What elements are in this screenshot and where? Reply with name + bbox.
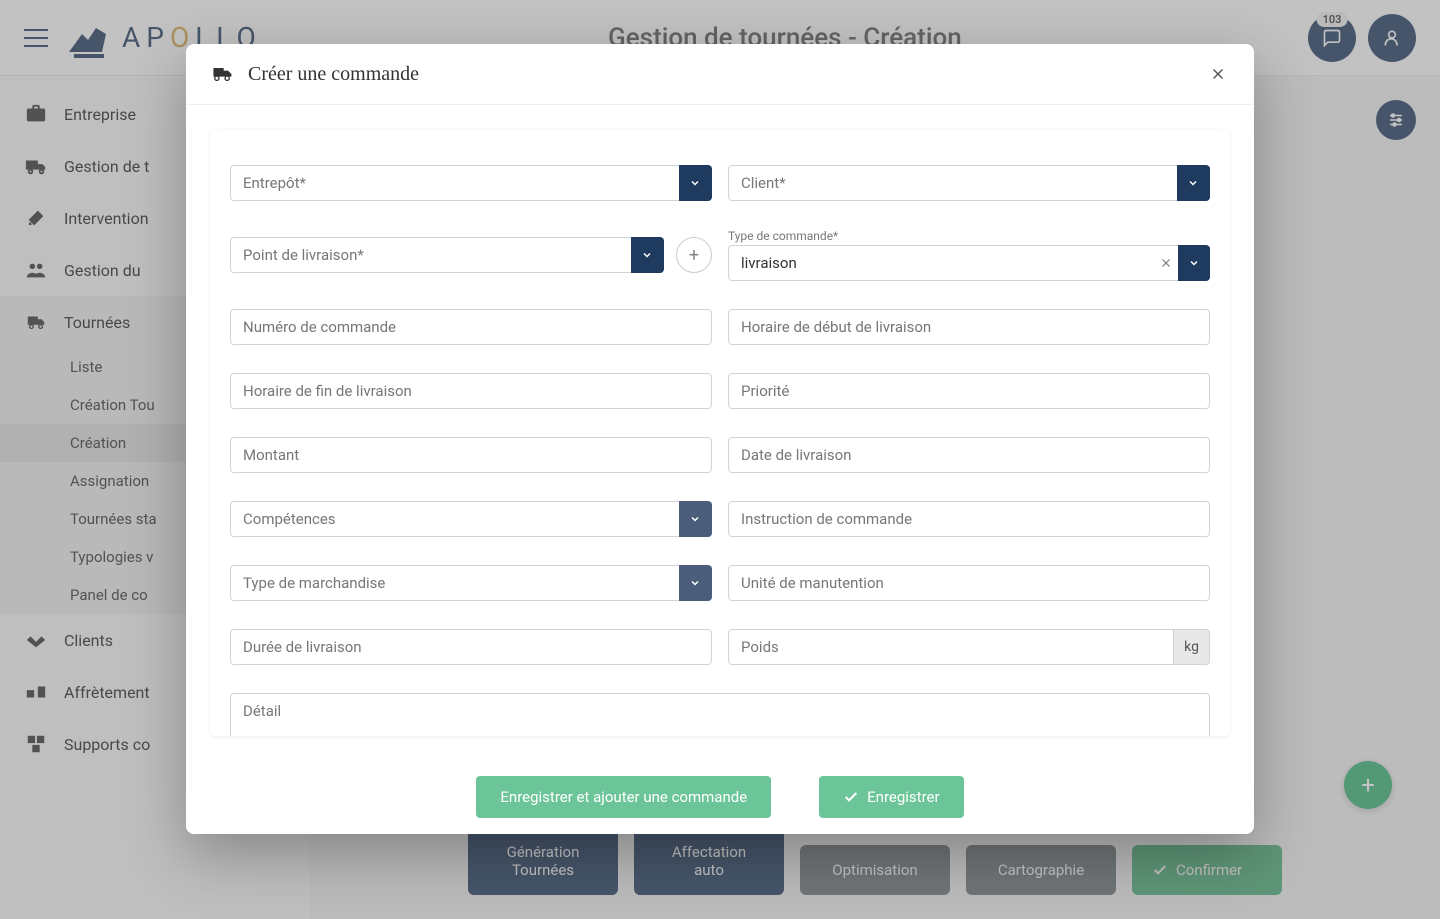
poids-unit: kg xyxy=(1173,629,1210,665)
entrepot-dropdown-toggle[interactable] xyxy=(679,165,712,201)
poids-input[interactable] xyxy=(728,629,1173,665)
client-input[interactable] xyxy=(728,165,1177,201)
save-button[interactable]: Enregistrer xyxy=(819,776,963,818)
instruction-field xyxy=(728,501,1210,537)
create-order-modal: Créer une commande xyxy=(186,44,1254,834)
type-marchandise-field xyxy=(230,565,712,601)
check-icon xyxy=(843,789,859,805)
client-field xyxy=(728,165,1210,201)
duree-input[interactable] xyxy=(230,629,712,665)
montant-input[interactable] xyxy=(230,437,712,473)
entrepot-input[interactable] xyxy=(230,165,679,201)
montant-field xyxy=(230,437,712,473)
date-livraison-field xyxy=(728,437,1210,473)
date-livraison-input[interactable] xyxy=(728,437,1210,473)
point-livraison-field: + xyxy=(230,229,712,281)
priorite-field xyxy=(728,373,1210,409)
type-commande-clear-button[interactable] xyxy=(1154,245,1179,281)
detail-input[interactable] xyxy=(230,693,1210,736)
competences-input[interactable] xyxy=(230,501,679,537)
point-livraison-input[interactable] xyxy=(230,237,631,273)
truck-fast-icon xyxy=(210,62,234,86)
type-commande-input[interactable] xyxy=(728,245,1154,281)
instruction-input[interactable] xyxy=(728,501,1210,537)
unite-input[interactable] xyxy=(728,565,1210,601)
competences-dropdown-toggle[interactable] xyxy=(679,501,712,537)
horaire-debut-input[interactable] xyxy=(728,309,1210,345)
type-marchandise-dropdown-toggle[interactable] xyxy=(679,565,712,601)
horaire-fin-field xyxy=(230,373,712,409)
horaire-fin-input[interactable] xyxy=(230,373,712,409)
type-marchandise-input[interactable] xyxy=(230,565,679,601)
detail-field xyxy=(230,693,1210,736)
priorite-input[interactable] xyxy=(728,373,1210,409)
competences-field xyxy=(230,501,712,537)
entrepot-field xyxy=(230,165,712,201)
poids-field: kg xyxy=(728,629,1210,665)
save-and-add-button[interactable]: Enregistrer et ajouter une commande xyxy=(476,776,771,818)
type-commande-field: Type de commande* xyxy=(728,229,1210,281)
type-commande-dropdown-toggle[interactable] xyxy=(1178,245,1210,281)
horaire-debut-field xyxy=(728,309,1210,345)
close-button[interactable] xyxy=(1206,62,1230,86)
add-delivery-point-button[interactable]: + xyxy=(676,237,712,273)
duree-field xyxy=(230,629,712,665)
client-dropdown-toggle[interactable] xyxy=(1177,165,1210,201)
point-livraison-dropdown-toggle[interactable] xyxy=(631,237,664,273)
numero-input[interactable] xyxy=(230,309,712,345)
type-commande-label: Type de commande* xyxy=(728,229,1210,243)
unite-field xyxy=(728,565,1210,601)
numero-field xyxy=(230,309,712,345)
modal-title: Créer une commande xyxy=(248,63,1206,86)
